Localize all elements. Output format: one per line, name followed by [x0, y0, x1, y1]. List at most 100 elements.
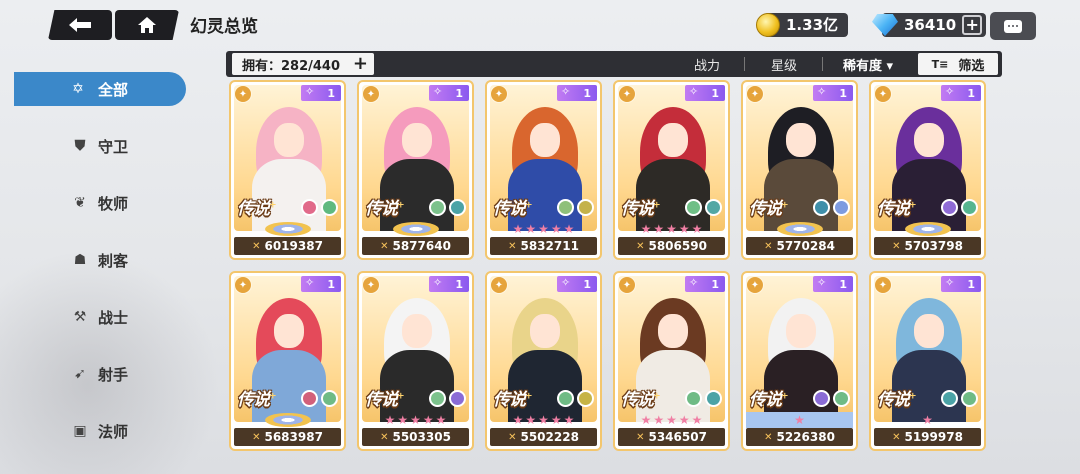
element-icons — [685, 390, 722, 407]
star-icon: ★ — [435, 413, 447, 427]
role-icon: ✦ — [234, 276, 252, 294]
level-tag: ✧ 1 — [685, 276, 725, 292]
spark-icon: ✧ — [433, 85, 443, 98]
element-icons — [941, 199, 978, 216]
element-icon — [321, 390, 338, 407]
star-icon: ★ — [691, 222, 703, 236]
hero-face — [786, 123, 816, 157]
hero-card[interactable]: ✦ ✧ 1 传说+ ★ ✕ 5199978 — [869, 271, 986, 451]
star-rank: ★ ★ ★ ★ ★ — [362, 412, 469, 428]
chat-button[interactable] — [990, 12, 1036, 40]
spark-icon: ✧ — [945, 276, 955, 289]
spark-icon: ✧ — [561, 85, 571, 98]
element-icons — [429, 390, 466, 407]
element-icon — [301, 390, 318, 407]
guard-icon: ⛊ — [74, 138, 86, 154]
rarity-label: 传说+ — [877, 199, 916, 219]
crossed-swords-icon: ✕ — [380, 240, 389, 252]
back-button[interactable] — [48, 10, 112, 40]
hero-card[interactable]: ✦ ✧ 1 传说+ ★ ✕ 5226380 — [741, 271, 858, 451]
crossed-swords-icon: ✕ — [508, 240, 517, 252]
level-tag: ✧ 1 — [429, 276, 469, 292]
hero-card[interactable]: ✦ ✧ 1 传说+ ✕ 5683987 — [229, 271, 346, 451]
hero-card[interactable]: ✦ ✧ 1 传说+ ★ ★ ★ ★ ★ ✕ 5832711 — [485, 80, 602, 260]
spark-icon: ✧ — [945, 85, 955, 98]
hero-face — [786, 314, 816, 348]
star-icon: ★ — [550, 222, 562, 236]
priest-icon: ❦ — [74, 195, 86, 211]
rarity-label: 传说+ — [621, 390, 660, 410]
sidebar-item-label: 牧师 — [98, 194, 129, 213]
role-icon: ✦ — [746, 85, 764, 103]
sidebar-item-label: 守卫 — [98, 137, 129, 156]
sort-rarity[interactable]: 稀有度 ▾ — [843, 55, 893, 74]
element-icon — [577, 390, 594, 407]
rarity-label: 传说+ — [749, 390, 788, 410]
power-value: ✕ 5226380 — [746, 428, 853, 446]
element-icons — [557, 390, 594, 407]
home-button[interactable] — [115, 10, 179, 40]
warrior-icon: ⚒ — [73, 309, 87, 325]
star-icon: ★ — [525, 222, 537, 236]
hero-card[interactable]: ✦ ✧ 1 传说+ ✕ 5703798 — [869, 80, 986, 260]
element-icons — [813, 199, 850, 216]
hero-card[interactable]: ✦ ✧ 1 传说+ ★ ★ ★ ★ ★ ✕ 5503305 — [357, 271, 474, 451]
spark-icon: ✧ — [689, 85, 699, 98]
element-icon — [429, 199, 446, 216]
role-icon: ✦ — [362, 85, 380, 103]
element-icon — [961, 199, 978, 216]
power-value: ✕ 5346507 — [618, 428, 725, 446]
filter-button[interactable]: T≡ 筛选 — [918, 53, 998, 75]
sidebar-item-priest[interactable]: ❦ 牧师 — [14, 186, 186, 220]
power-value: ✕ 5503305 — [362, 428, 469, 446]
sidebar-item-label: 全部 — [98, 80, 129, 99]
element-icon — [941, 390, 958, 407]
star-rank: ★ ★ ★ ★ ★ — [618, 221, 725, 237]
hero-card[interactable]: ✦ ✧ 1 传说+ ✕ 5770284 — [741, 80, 858, 260]
star-icon: ★ — [550, 413, 562, 427]
star-icon: ★ — [653, 413, 665, 427]
hero-card[interactable]: ✦ ✧ 1 传说+ ★ ★ ★ ★ ★ ✕ 5346507 — [613, 271, 730, 451]
hero-card[interactable]: ✦ ✧ 1 传说+ ✕ 6019387 — [229, 80, 346, 260]
element-icon — [833, 390, 850, 407]
element-icon — [685, 199, 702, 216]
power-value: ✕ 5199978 — [874, 428, 981, 446]
role-icon: ✦ — [746, 276, 764, 294]
filter-bar: 拥有：282/440 + 战力 星级 稀有度 ▾ T≡ 筛选 — [226, 51, 1002, 77]
add-gems-button[interactable]: + — [962, 15, 983, 35]
hero-card[interactable]: ✦ ✧ 1 传说+ ✕ 5877640 — [357, 80, 474, 260]
hero-face — [530, 123, 560, 157]
class-sidebar: ✡ 全部 ⛊ 守卫 ❦ 牧师 ☗ 刺客 ⚒ 战士 ➹ 射手 ▣ 法师 — [14, 72, 186, 471]
sort-power[interactable]: 战力 — [694, 55, 720, 74]
sidebar-item-mage[interactable]: ▣ 法师 — [14, 414, 186, 448]
crossed-swords-icon: ✕ — [764, 240, 773, 252]
role-icon: ✦ — [234, 85, 252, 103]
hero-card[interactable]: ✦ ✧ 1 传说+ ★ ★ ★ ★ ★ ✕ 5502228 — [485, 271, 602, 451]
spark-icon: ✧ — [305, 85, 315, 98]
crossed-swords-icon: ✕ — [764, 431, 773, 443]
owned-count[interactable]: 拥有：282/440 + — [232, 53, 374, 75]
page-title: 幻灵总览 — [190, 17, 258, 37]
role-icon: ✦ — [874, 276, 892, 294]
rarity-label: 传说+ — [877, 390, 916, 410]
element-icon — [685, 390, 702, 407]
crossed-swords-icon: ✕ — [636, 240, 645, 252]
sidebar-item-guard[interactable]: ⛊ 守卫 — [14, 129, 186, 163]
element-icons — [685, 199, 722, 216]
sidebar-item-warrior[interactable]: ⚒ 战士 — [14, 300, 186, 334]
sidebar-item-assassin[interactable]: ☗ 刺客 — [14, 243, 186, 277]
sort-star[interactable]: 星级 — [771, 55, 797, 74]
star-icon: ★ — [666, 413, 677, 427]
power-value: ✕ 5703798 — [874, 237, 981, 255]
sidebar-item-all[interactable]: ✡ 全部 — [14, 72, 186, 106]
hero-card[interactable]: ✦ ✧ 1 传说+ ★ ★ ★ ★ ★ ✕ 5806590 — [613, 80, 730, 260]
hero-face — [658, 314, 688, 348]
star-rank: ★ ★ ★ ★ ★ — [490, 221, 597, 237]
awaken-wings-icon — [264, 222, 311, 236]
expand-capacity-icon[interactable]: + — [353, 54, 368, 74]
hero-face — [402, 123, 432, 157]
star-icon: ★ — [538, 413, 549, 427]
element-icons — [813, 390, 850, 407]
rarity-label: 传说+ — [493, 199, 532, 219]
sidebar-item-archer[interactable]: ➹ 射手 — [14, 357, 186, 391]
